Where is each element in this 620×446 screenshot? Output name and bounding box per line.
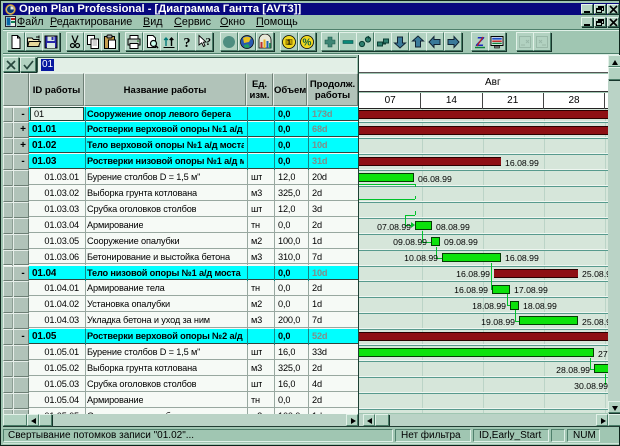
svg-text:?: ? [206,36,212,48]
svg-text:?: ? [183,36,190,50]
svg-text:%: % [303,38,312,49]
svg-text:1: 1 [287,40,291,47]
